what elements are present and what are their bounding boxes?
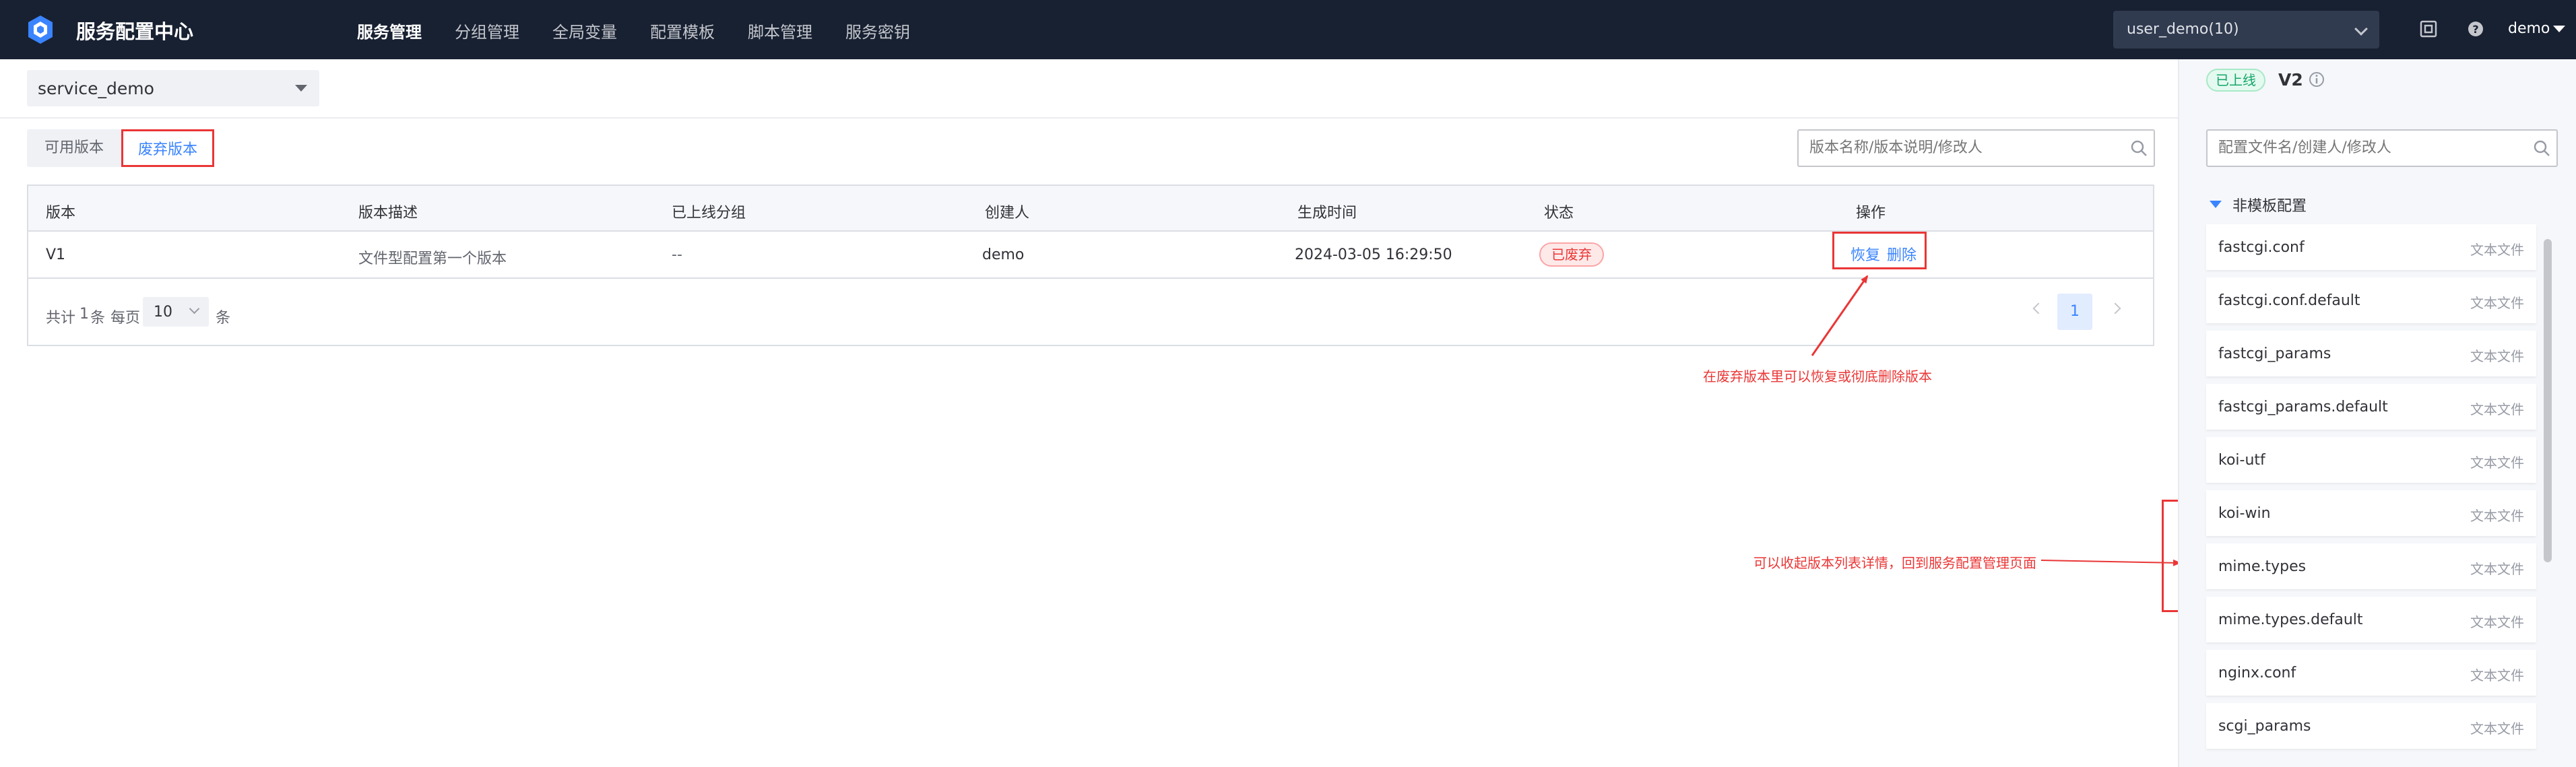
user-menu[interactable]: demo: [2508, 20, 2550, 37]
info-icon[interactable]: [2309, 71, 2325, 88]
config-item[interactable]: scgi_params 文本文件: [2206, 703, 2536, 749]
config-item-type: 文本文件: [2470, 667, 2524, 683]
column-header-description: 版本描述: [358, 205, 418, 222]
config-item-name: mime.types.default: [2218, 611, 2363, 628]
config-list-scrollbar[interactable]: [2544, 239, 2552, 562]
config-item-type: 文本文件: [2470, 348, 2524, 364]
config-search[interactable]: [2206, 129, 2558, 167]
cell-version: V1: [46, 246, 66, 263]
config-item[interactable]: fastcgi_params 文本文件: [2206, 331, 2536, 376]
cell-creator: demo: [982, 246, 1025, 263]
table-header: 版本 版本描述 已上线分组 创建人 生成时间 状态 操作: [28, 186, 2153, 232]
svg-text:?: ?: [2472, 23, 2478, 36]
config-item[interactable]: fastcgi.conf 文本文件: [2206, 224, 2536, 270]
version-search[interactable]: [1797, 129, 2155, 167]
config-item[interactable]: koi-win 文本文件: [2206, 490, 2536, 536]
config-item[interactable]: mime.types.default 文本文件: [2206, 597, 2536, 642]
column-header-status: 状态: [1544, 205, 1574, 222]
version-table: 版本 版本描述 已上线分组 创建人 生成时间 状态 操作 V1 文件型配置第一个…: [27, 185, 2154, 346]
page-number-current[interactable]: 1: [2057, 294, 2092, 330]
delete-button[interactable]: 删除: [1887, 243, 1917, 265]
config-item-name: mime.types: [2218, 558, 2307, 575]
version-name: V2: [2278, 70, 2303, 90]
caret-down-icon[interactable]: [2553, 26, 2565, 32]
config-item-name: fastcgi_params: [2218, 345, 2331, 362]
page-size-select[interactable]: 10: [143, 297, 209, 327]
config-item-type: 文本文件: [2470, 614, 2524, 630]
cell-description: 文件型配置第一个版本: [358, 251, 507, 267]
page-size-value: 10: [154, 304, 172, 321]
table-row[interactable]: V1 文件型配置第一个版本 -- demo 2024-03-05 16:29:5…: [28, 232, 2153, 279]
column-header-actions: 操作: [1856, 205, 1886, 222]
version-detail-panel: 已上线 V2 非模板配置 fastcgi.conf 文本文件 fastcgi.c…: [2178, 59, 2576, 767]
column-header-created-time: 生成时间: [1297, 205, 1357, 222]
tab-available-versions[interactable]: 可用版本: [27, 129, 121, 167]
chevron-down-icon: [2354, 22, 2368, 36]
config-item[interactable]: fastcgi.conf.default 文本文件: [2206, 277, 2536, 323]
help-icon[interactable]: ?: [2467, 20, 2484, 38]
config-item-name: nginx.conf: [2218, 665, 2296, 681]
language-switch-icon[interactable]: [2420, 20, 2437, 38]
config-item[interactable]: mime.types 文本文件: [2206, 543, 2536, 589]
pagination-total-suffix: 条: [90, 310, 106, 327]
config-search-input[interactable]: [2218, 139, 2508, 156]
online-status-badge: 已上线: [2206, 69, 2265, 92]
nav-config-templates[interactable]: 配置模板: [650, 19, 715, 42]
column-header-creator: 创建人: [985, 205, 1030, 222]
pagination-total-prefix: 共计: [46, 310, 76, 327]
column-header-online-groups: 已上线分组: [672, 205, 746, 222]
next-page-icon[interactable]: [2109, 302, 2121, 314]
column-header-version: 版本: [46, 205, 76, 222]
config-item-type: 文本文件: [2470, 721, 2524, 737]
top-navigation-bar: 服务配置中心 服务管理 分组管理 全局变量 配置模板 脚本管理 服务密钥 use…: [0, 0, 2576, 59]
nav-script-management[interactable]: 脚本管理: [748, 19, 812, 42]
config-item-name: fastcgi_params.default: [2218, 399, 2388, 415]
caret-down-icon[interactable]: [2210, 201, 2222, 208]
status-badge: 已废弃: [1539, 242, 1604, 267]
nav-global-variables[interactable]: 全局变量: [552, 19, 617, 42]
config-item-name: fastcgi.conf.default: [2218, 292, 2360, 309]
pagination-per-page-suffix: 条: [216, 310, 231, 327]
cell-online-groups: --: [672, 246, 682, 263]
caret-down-icon: [295, 85, 307, 92]
logo-icon: [28, 15, 53, 44]
config-item[interactable]: nginx.conf 文本文件: [2206, 650, 2536, 696]
config-item-type: 文本文件: [2470, 401, 2524, 418]
config-item-name: fastcgi.conf: [2218, 239, 2305, 256]
config-item-type: 文本文件: [2470, 455, 2524, 471]
nav-service-management[interactable]: 服务管理: [357, 19, 422, 42]
search-icon[interactable]: [2130, 139, 2148, 157]
config-item-type: 文本文件: [2470, 295, 2524, 311]
config-group-title[interactable]: 非模板配置: [2232, 194, 2307, 215]
tab-deprecated-versions[interactable]: 废弃版本: [121, 129, 214, 167]
version-search-input[interactable]: [1809, 139, 2106, 156]
service-select-value: service_demo: [38, 79, 154, 98]
nav-service-keys[interactable]: 服务密钥: [845, 19, 910, 42]
config-item-type: 文本文件: [2470, 242, 2524, 258]
config-item-type: 文本文件: [2470, 561, 2524, 577]
business-select[interactable]: user_demo(10): [2113, 11, 2379, 48]
service-select[interactable]: service_demo: [27, 70, 319, 106]
business-select-value: user_demo(10): [2127, 21, 2239, 38]
config-item-name: koi-utf: [2218, 452, 2265, 469]
pagination-total: 1: [79, 306, 89, 323]
annotation-collapse: 可以收起版本列表详情，回到服务配置管理页面: [1753, 555, 2036, 571]
divider: [0, 117, 2178, 119]
annotation-arrow-collapse: [2040, 559, 2181, 566]
search-icon[interactable]: [2533, 139, 2550, 157]
prev-page-icon[interactable]: [2032, 302, 2044, 314]
pagination-per-page-label: 每页: [110, 310, 141, 327]
restore-button[interactable]: 恢复: [1850, 243, 1880, 265]
config-item-name: koi-win: [2218, 505, 2271, 522]
chevron-down-icon: [189, 303, 200, 314]
config-item[interactable]: koi-utf 文本文件: [2206, 437, 2536, 483]
config-item-type: 文本文件: [2470, 508, 2524, 524]
cell-created-time: 2024-03-05 16:29:50: [1295, 246, 1452, 263]
config-item[interactable]: fastcgi_params.default 文本文件: [2206, 384, 2536, 430]
actions-highlight-box: 恢复 删除: [1832, 232, 1927, 269]
annotation-restore-delete: 在废弃版本里可以恢复或彻底删除版本: [1703, 368, 1932, 385]
config-item-name: scgi_params: [2218, 718, 2311, 735]
app-title: 服务配置中心: [76, 20, 194, 43]
nav-group-management[interactable]: 分组管理: [455, 19, 519, 42]
